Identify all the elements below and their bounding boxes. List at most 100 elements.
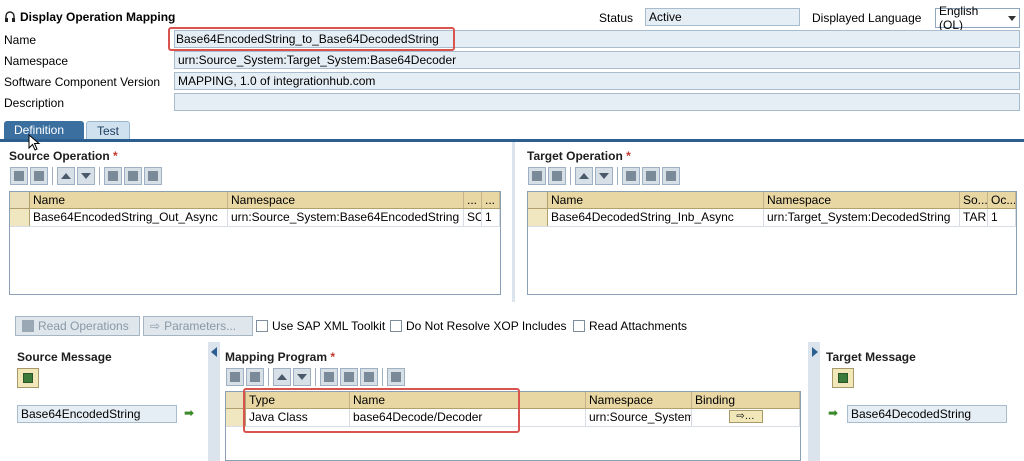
- select-message-icon[interactable]: [832, 368, 854, 388]
- collapse-right-icon[interactable]: [811, 346, 819, 358]
- checkbox-box[interactable]: [390, 320, 402, 332]
- checkbox-label: Do Not Resolve XOP Includes: [406, 319, 567, 333]
- cell-name: Base64EncodedString_Out_Async: [30, 209, 228, 226]
- paste-icon[interactable]: [144, 167, 162, 185]
- row-selector[interactable]: [10, 209, 30, 226]
- cell-3: SO: [464, 209, 482, 226]
- checkbox-label: Read Attachments: [589, 319, 688, 333]
- required-marker: *: [626, 149, 631, 163]
- move-down-icon[interactable]: [595, 167, 613, 185]
- copy-icon[interactable]: [642, 167, 660, 185]
- source-message-field[interactable]: Base64EncodedString: [17, 405, 177, 423]
- description-field[interactable]: [174, 93, 1020, 111]
- collapse-left-icon[interactable]: [210, 346, 218, 358]
- tab-test[interactable]: Test: [86, 121, 130, 140]
- mapping-highlight: [243, 388, 520, 433]
- column-4[interactable]: ...: [482, 192, 500, 208]
- copy-icon[interactable]: [124, 167, 142, 185]
- description-label: Description: [4, 96, 65, 110]
- row-selector[interactable]: [528, 209, 548, 226]
- cut-icon[interactable]: [104, 167, 122, 185]
- chevron-down-icon: [1008, 15, 1016, 21]
- page-title-text: Display Operation Mapping: [20, 10, 176, 24]
- column-namespace[interactable]: Namespace: [764, 192, 960, 208]
- read-operations-button[interactable]: Read Operations: [15, 316, 140, 336]
- table-row[interactable]: Base64EncodedString_Out_Async urn:Source…: [10, 209, 500, 227]
- parameters-button[interactable]: ⇨ Parameters...: [143, 316, 253, 336]
- name-label: Name: [4, 33, 37, 47]
- select-all-cell[interactable]: [528, 192, 548, 208]
- column-namespace[interactable]: Namespace: [586, 392, 692, 408]
- mapping-program-title-text: Mapping Program: [225, 350, 328, 364]
- insert-row-icon[interactable]: [528, 167, 546, 185]
- namespace-label: Namespace: [4, 54, 69, 68]
- source-operation-title: Source Operation *: [9, 149, 118, 163]
- do-not-resolve-checkbox[interactable]: Do Not Resolve XOP Includes: [390, 319, 567, 333]
- cut-icon[interactable]: [320, 368, 338, 386]
- target-operation-title: Target Operation *: [527, 149, 631, 163]
- document-icon[interactable]: [387, 368, 405, 386]
- panel-divider: [512, 142, 515, 302]
- target-operation-table: Name Namespace So... Oc... Base64Decoded…: [527, 191, 1017, 295]
- delete-row-icon[interactable]: [30, 167, 48, 185]
- tab-definition[interactable]: Definition: [4, 121, 84, 140]
- checkbox-label: Use SAP XML Toolkit: [272, 319, 386, 333]
- column-name[interactable]: Name: [548, 192, 764, 208]
- table-header: Name Namespace ... ...: [10, 192, 500, 209]
- cell-4: 1: [482, 209, 500, 226]
- language-select[interactable]: English (OL): [935, 4, 1020, 32]
- move-up-icon[interactable]: [273, 368, 291, 386]
- required-marker: *: [330, 350, 336, 364]
- cell-name: Base64DecodedString_Inb_Async: [548, 209, 764, 226]
- source-operation-table: Name Namespace ... ... Base64EncodedStri…: [9, 191, 501, 295]
- namespace-field[interactable]: urn:Source_System:Target_System:Base64De…: [174, 51, 1020, 69]
- column-name[interactable]: Name: [30, 192, 228, 208]
- use-sap-xml-checkbox[interactable]: Use SAP XML Toolkit: [256, 319, 385, 333]
- read-operations-label: Read Operations: [38, 319, 129, 333]
- cell-3: TAR: [960, 209, 988, 226]
- move-down-icon[interactable]: [293, 368, 311, 386]
- delete-row-icon[interactable]: [548, 167, 566, 185]
- table-header: Name Namespace So... Oc...: [528, 192, 1016, 209]
- select-message-icon[interactable]: [17, 368, 39, 388]
- insert-row-icon[interactable]: [10, 167, 28, 185]
- paste-icon[interactable]: [662, 167, 680, 185]
- column-3[interactable]: So...: [960, 192, 988, 208]
- cut-icon[interactable]: [622, 167, 640, 185]
- language-label: Displayed Language: [812, 11, 922, 25]
- required-marker: *: [113, 149, 118, 163]
- parameters-label: Parameters...: [164, 319, 237, 333]
- delete-row-icon[interactable]: [246, 368, 264, 386]
- source-operation-title-text: Source Operation: [9, 149, 110, 163]
- cell-4: 1: [988, 209, 1016, 226]
- swcv-field[interactable]: MAPPING, 1.0 of integrationhub.com: [174, 72, 1020, 90]
- target-message-title: Target Message: [826, 350, 916, 364]
- panel-divider: [208, 342, 220, 461]
- select-all-cell[interactable]: [10, 192, 30, 208]
- column-4[interactable]: Oc...: [988, 192, 1016, 208]
- target-message-field[interactable]: Base64DecodedString: [847, 405, 1007, 423]
- table-row[interactable]: Base64DecodedString_Inb_Async urn:Target…: [528, 209, 1016, 227]
- read-attachments-checkbox[interactable]: Read Attachments: [573, 319, 687, 333]
- cell-namespace: urn:Source_System: [586, 409, 692, 426]
- binding-button[interactable]: ⇨…: [728, 410, 763, 423]
- copy-icon[interactable]: [340, 368, 358, 386]
- column-binding[interactable]: Binding: [692, 392, 800, 408]
- move-down-icon[interactable]: [77, 167, 95, 185]
- status-field: Active: [645, 8, 800, 26]
- paste-icon[interactable]: [360, 368, 378, 386]
- arrow-right-icon: ⇨: [150, 319, 161, 333]
- checkbox-box[interactable]: [573, 320, 585, 332]
- cell-namespace: urn:Target_System:DecodedString: [764, 209, 960, 226]
- language-select-value: English (OL): [939, 4, 979, 32]
- name-value-highlight: Base64EncodedString_to_Base64DecodedStri…: [168, 27, 455, 51]
- column-namespace[interactable]: Namespace: [228, 192, 464, 208]
- checkbox-box[interactable]: [256, 320, 268, 332]
- move-up-icon[interactable]: [57, 167, 75, 185]
- move-up-icon[interactable]: [575, 167, 593, 185]
- column-3[interactable]: ...: [464, 192, 482, 208]
- arrow-right-icon: ➡: [828, 406, 839, 420]
- refresh-icon: [22, 320, 34, 332]
- target-toolbar: [528, 167, 680, 185]
- insert-row-icon[interactable]: [226, 368, 244, 386]
